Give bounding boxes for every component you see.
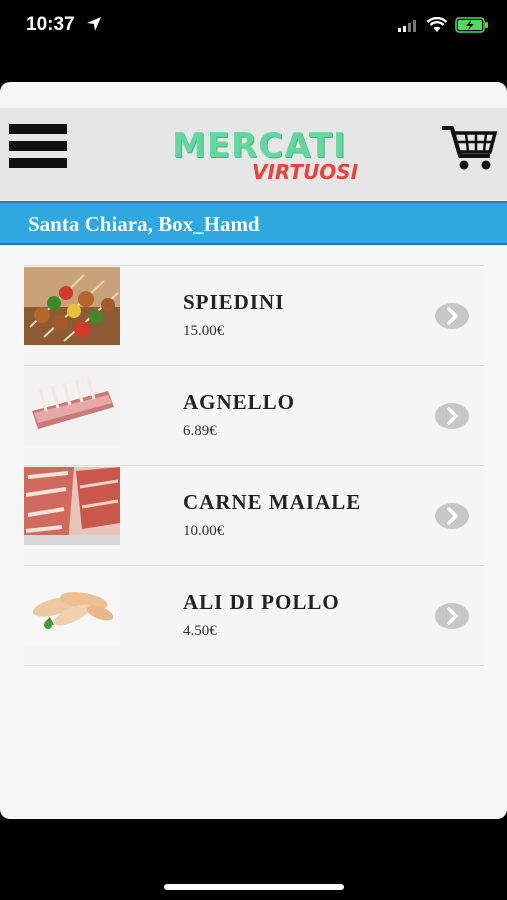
cart-icon[interactable] [440, 124, 498, 172]
product-price: 4.50€ [183, 623, 217, 639]
chevron-right-icon[interactable] [434, 602, 470, 630]
skewers-image [24, 267, 120, 345]
location-bar: Santa Chiara, Box_Hamd [0, 201, 507, 245]
chevron-right-icon[interactable] [434, 502, 470, 530]
chevron-right-icon[interactable] [434, 302, 470, 330]
pork-meat-image [24, 467, 120, 545]
chicken-wings-image [24, 567, 120, 645]
lamb-rack-image [24, 367, 120, 445]
product-list: SPIEDINI 15.00€ AGNELLO 6.89€ CARNE MAIA… [24, 265, 484, 666]
wifi-icon [426, 17, 448, 32]
product-name: ALI DI POLLO [183, 590, 340, 614]
product-item[interactable]: ALI DI POLLO 4.50€ [24, 565, 484, 666]
menu-icon[interactable] [9, 124, 67, 168]
product-name: AGNELLO [183, 390, 296, 414]
product-price: 10.00€ [183, 523, 225, 539]
app-header: MERCATI VIRTUOSI [0, 108, 507, 200]
signal-icon [398, 20, 416, 32]
product-price: 6.89€ [183, 423, 217, 439]
status-bar: 10:37 [0, 0, 507, 52]
battery-icon [455, 17, 488, 33]
location-arrow-icon [87, 17, 101, 31]
product-price: 15.00€ [183, 323, 225, 339]
product-item[interactable]: SPIEDINI 15.00€ [24, 265, 484, 365]
logo-sub-text: VIRTUOSI [252, 160, 359, 184]
home-indicator[interactable] [164, 884, 344, 890]
location-label: Santa Chiara, Box_Hamd [28, 212, 260, 236]
status-time: 10:37 [26, 14, 75, 35]
chevron-right-icon[interactable] [434, 402, 470, 430]
app-screen: MERCATI VIRTUOSI Santa Chiara, Box_Hamd [0, 82, 507, 819]
product-name: SPIEDINI [183, 290, 285, 314]
product-item[interactable]: AGNELLO 6.89€ [24, 365, 484, 465]
app-logo: MERCATI VIRTUOSI [170, 126, 358, 184]
product-name: CARNE MAIALE [183, 490, 362, 514]
product-item[interactable]: CARNE MAIALE 10.00€ [24, 465, 484, 565]
